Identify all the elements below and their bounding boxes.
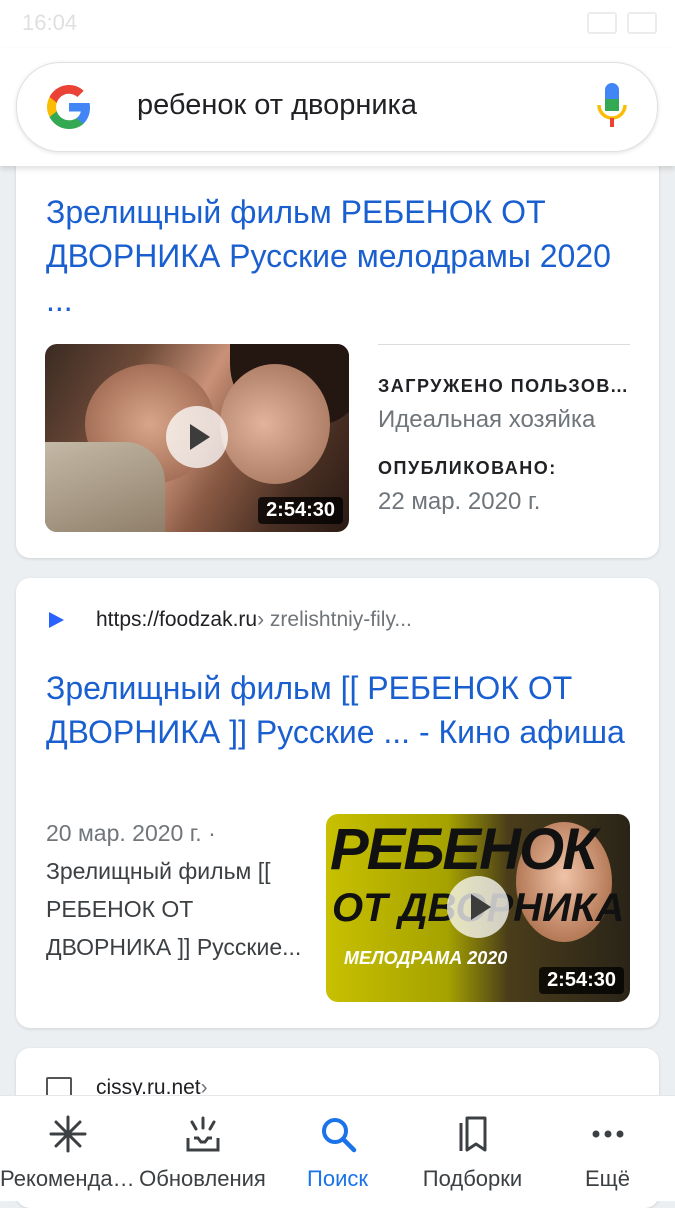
nav-label: Поиск [307, 1166, 368, 1191]
result-title[interactable]: Зрелищный фильм РЕБЕНОК ОТ ДВОРНИКА Русс… [46, 190, 636, 322]
status-time: 16:04 [22, 10, 78, 35]
video-thumbnail[interactable]: РЕБЕНОК ОТ ДВОРНИКА МЕЛОДРАМА 2020 2:54:… [326, 814, 630, 1002]
signal-icon [587, 12, 617, 34]
site-source[interactable]: https://foodzak.ru › zrelishtniy-fily... [46, 608, 412, 632]
search-icon [321, 1118, 356, 1153]
site-favicon-icon [49, 612, 64, 628]
snippet-date: 20 мар. 2020 г. · [46, 820, 216, 846]
nav-label: Рекомендации [0, 1166, 135, 1191]
result-card-web: https://foodzak.ru › zrelishtniy-fily...… [16, 578, 659, 1028]
nav-collections[interactable]: Подборки [405, 1096, 540, 1201]
google-logo-icon [47, 85, 90, 129]
nav-recommendations[interactable]: Рекомендации [0, 1096, 135, 1201]
asterisk-icon [49, 1115, 86, 1153]
nav-label: Ещё [584, 1166, 630, 1191]
poster-genre: МЕЛОДРАМА 2020 [344, 948, 508, 968]
collections-icon [459, 1116, 486, 1152]
search-input[interactable]: ребенок от дворника [137, 89, 417, 122]
video-duration: 2:54:30 [539, 967, 624, 994]
uploaded-value: Идеальная хозяйка [378, 406, 596, 433]
nav-label: Подборки [422, 1166, 523, 1191]
more-icon [592, 1130, 623, 1138]
video-duration: 2:54:30 [258, 497, 343, 524]
play-icon[interactable] [166, 406, 228, 468]
search-header: ребенок от дворника [0, 48, 675, 166]
bottom-navigation: Рекомендации Обновления Поиск Подборки Е… [0, 1095, 675, 1201]
play-icon[interactable] [447, 876, 509, 938]
snippet-text: Зрелищный фильм [[ РЕБЕНОК ОТ ДВОРНИКА ]… [46, 858, 302, 960]
video-thumbnail[interactable]: 2:54:30 [45, 344, 349, 532]
result-card-video: Зрелищный фильм РЕБЕНОК ОТ ДВОРНИКА Русс… [16, 120, 659, 558]
search-bar[interactable]: ребенок от дворника [16, 62, 658, 152]
result-snippet: 20 мар. 2020 г. · Зрелищный фильм [[ РЕБ… [46, 814, 316, 966]
site-path: › zrelishtniy-fily... [257, 608, 412, 631]
published-label: ОПУБЛИКОВАНО: [378, 458, 557, 478]
status-bar: 16:04 [0, 0, 675, 48]
microphone-icon[interactable] [595, 81, 629, 133]
status-icons [587, 12, 657, 34]
site-url: https://foodzak.ru [96, 608, 258, 631]
nav-updates[interactable]: Обновления [135, 1096, 270, 1201]
result-title[interactable]: Зрелищный фильм [[ РЕБЕНОК ОТ ДВОРНИКА ]… [46, 666, 636, 754]
published-value: 22 мар. 2020 г. [378, 488, 541, 515]
thumbnail-figure [45, 442, 165, 532]
thumbnail-figure [220, 364, 330, 484]
battery-icon [627, 12, 657, 34]
uploaded-label: ЗАГРУЖЕНО ПОЛЬЗОВАТЕЛЕМ [378, 376, 638, 396]
updates-icon [186, 1116, 219, 1152]
nav-label: Обновления [139, 1166, 266, 1191]
nav-more[interactable]: Ещё [540, 1096, 675, 1201]
poster-title: РЕБЕНОК [330, 817, 598, 882]
nav-search[interactable]: Поиск [270, 1096, 405, 1201]
divider [378, 344, 630, 345]
